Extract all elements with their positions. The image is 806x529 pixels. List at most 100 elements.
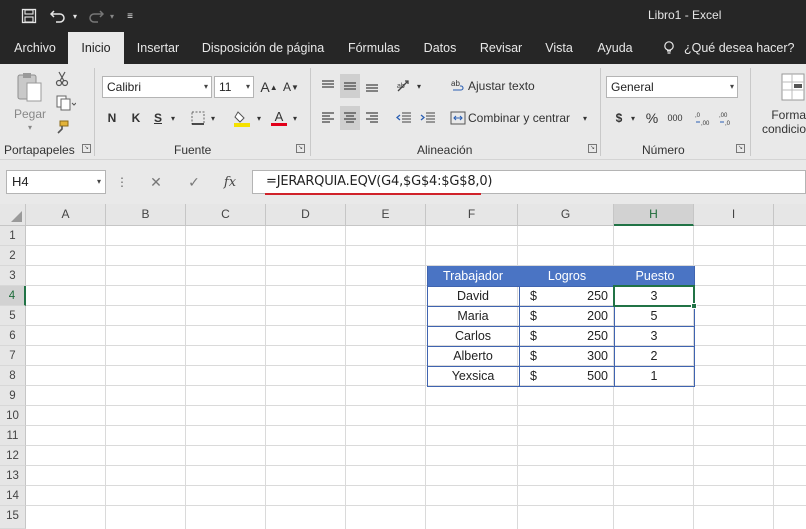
conditional-format-icon[interactable] <box>780 70 806 104</box>
font-color-button[interactable]: A <box>270 108 288 128</box>
table-cell-trabajador[interactable]: Alberto <box>427 346 519 366</box>
tab-inicio[interactable]: Inicio <box>68 32 124 64</box>
cut-icon[interactable] <box>54 70 70 88</box>
tab-disposicion-pagina[interactable]: Disposición de página <box>198 32 328 64</box>
table-header-logros[interactable]: Logros <box>519 266 615 286</box>
paste-button[interactable]: Pegar <box>8 106 52 122</box>
currency-button[interactable]: $ <box>612 108 626 128</box>
align-bottom-icon[interactable] <box>362 74 382 98</box>
row-header-2[interactable]: 2 <box>0 246 26 266</box>
table-cell-currency[interactable]: $ <box>530 306 544 326</box>
borders-dropdown-icon[interactable]: ▾ <box>208 108 218 128</box>
save-icon[interactable] <box>18 6 40 26</box>
increase-decimal-icon[interactable]: ,0,00 <box>694 108 712 128</box>
row-header-1[interactable]: 1 <box>0 226 26 246</box>
clipboard-launcher-icon[interactable]: ↘ <box>82 144 91 153</box>
undo-icon[interactable] <box>48 6 68 26</box>
underline-dropdown-icon[interactable]: ▾ <box>168 108 178 128</box>
worksheet-grid[interactable]: A B C D E F G H I 1 2 3 4 5 6 7 8 9 10 1… <box>0 204 806 529</box>
confirm-entry-icon[interactable]: ✓ <box>184 172 204 192</box>
borders-icon[interactable] <box>190 108 206 128</box>
row-header-10[interactable]: 10 <box>0 406 26 426</box>
font-size-select[interactable]: 11 ▾ <box>214 76 254 98</box>
table-cell-puesto[interactable]: 3 <box>615 326 693 346</box>
tab-formulas[interactable]: Fórmulas <box>344 32 404 64</box>
italic-button[interactable]: K <box>128 108 144 128</box>
tab-archivo[interactable]: Archivo <box>4 32 66 64</box>
fill-color-icon[interactable] <box>232 108 252 128</box>
format-painter-icon[interactable] <box>54 118 70 136</box>
column-header-c[interactable]: C <box>186 204 266 226</box>
thousands-button[interactable]: 000 <box>664 108 686 128</box>
conditional-format-label-2[interactable]: condicio <box>758 122 806 136</box>
alignment-launcher-icon[interactable]: ↘ <box>588 144 597 153</box>
merge-center-icon[interactable] <box>450 108 466 128</box>
column-header-h[interactable]: H <box>614 204 694 226</box>
row-header-8[interactable]: 8 <box>0 366 26 386</box>
row-header-4[interactable]: 4 <box>0 286 26 306</box>
row-header-9[interactable]: 9 <box>0 386 26 406</box>
column-header-e[interactable]: E <box>346 204 426 226</box>
tab-vista[interactable]: Vista <box>540 32 578 64</box>
wrap-text-icon[interactable]: ab <box>450 76 466 96</box>
grow-font-button[interactable]: A ▲ <box>260 76 278 98</box>
copy-icon[interactable] <box>54 94 78 112</box>
merge-center-button[interactable]: Combinar y centrar <box>468 108 576 128</box>
table-cell-puesto[interactable]: 5 <box>615 306 693 326</box>
active-cell-selection[interactable] <box>613 285 695 307</box>
font-launcher-icon[interactable]: ↘ <box>296 144 305 153</box>
table-cell-logros[interactable]: 250 <box>560 326 608 346</box>
align-right-icon[interactable] <box>362 106 382 130</box>
tab-revisar[interactable]: Revisar <box>476 32 526 64</box>
table-cell-logros[interactable]: 250 <box>560 286 608 306</box>
align-middle-icon[interactable] <box>340 74 360 98</box>
fill-handle[interactable] <box>691 303 697 309</box>
table-cell-logros[interactable]: 300 <box>560 346 608 366</box>
column-header-b[interactable]: B <box>106 204 186 226</box>
table-header-trabajador[interactable]: Trabajador <box>427 266 519 286</box>
row-header-7[interactable]: 7 <box>0 346 26 366</box>
row-header-3[interactable]: 3 <box>0 266 26 286</box>
tab-datos[interactable]: Datos <box>420 32 460 64</box>
table-cell-puesto[interactable]: 1 <box>615 366 693 386</box>
column-header-f[interactable]: F <box>426 204 518 226</box>
table-cell-currency[interactable]: $ <box>530 286 544 306</box>
align-left-icon[interactable] <box>318 106 338 130</box>
increase-indent-icon[interactable] <box>418 106 438 130</box>
number-launcher-icon[interactable]: ↘ <box>736 144 745 153</box>
percent-button[interactable]: % <box>644 108 660 128</box>
bold-button[interactable]: N <box>104 108 120 128</box>
table-cell-logros[interactable]: 500 <box>560 366 608 386</box>
align-center-icon[interactable] <box>340 106 360 130</box>
redo-icon[interactable] <box>86 6 106 26</box>
wrap-text-button[interactable]: Ajustar texto <box>468 76 538 96</box>
align-top-icon[interactable] <box>318 74 338 98</box>
row-header-15[interactable]: 15 <box>0 506 26 529</box>
more-options-icon[interactable]: ⋮ <box>116 172 128 192</box>
row-header-5[interactable]: 5 <box>0 306 26 326</box>
undo-dropdown-icon[interactable]: ▾ <box>70 6 80 26</box>
cancel-entry-icon[interactable]: ✕ <box>146 172 166 192</box>
table-cell-currency[interactable]: $ <box>530 346 544 366</box>
fill-color-dropdown-icon[interactable]: ▾ <box>254 108 264 128</box>
decrease-decimal-icon[interactable]: ,00,0 <box>718 108 736 128</box>
conditional-format-label-1[interactable]: Forma <box>758 108 806 122</box>
underline-button[interactable]: S <box>150 108 166 128</box>
row-header-12[interactable]: 12 <box>0 446 26 466</box>
customize-quick-access-icon[interactable]: ≡ <box>124 6 136 26</box>
column-header-a[interactable]: A <box>26 204 106 226</box>
select-all-button[interactable] <box>0 204 26 226</box>
shrink-font-button[interactable]: A ▼ <box>282 76 300 98</box>
lightbulb-icon[interactable] <box>660 32 678 64</box>
merge-dropdown-icon[interactable]: ▾ <box>580 108 590 128</box>
table-header-puesto[interactable]: Puesto <box>615 266 695 286</box>
table-cell-trabajador[interactable]: Yexsica <box>427 366 519 386</box>
number-format-select[interactable]: General ▾ <box>606 76 738 98</box>
tab-insertar[interactable]: Insertar <box>132 32 184 64</box>
tell-me-search[interactable]: ¿Qué desea hacer? <box>684 32 806 64</box>
column-header-g[interactable]: G <box>518 204 614 226</box>
table-cell-currency[interactable]: $ <box>530 366 544 386</box>
table-cell-logros[interactable]: 200 <box>560 306 608 326</box>
table-cell-trabajador[interactable]: Carlos <box>427 326 519 346</box>
currency-dropdown-icon[interactable]: ▾ <box>628 108 638 128</box>
